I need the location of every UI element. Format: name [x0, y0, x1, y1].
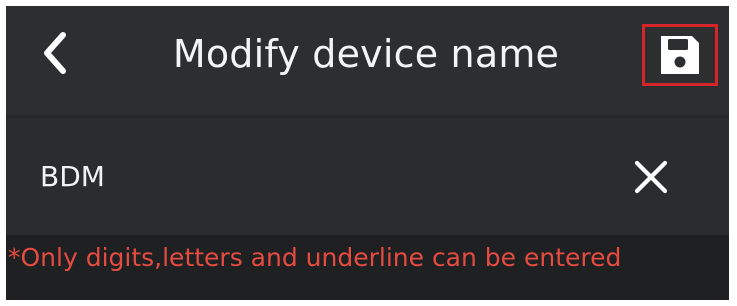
device-name-field-row: BDM [6, 116, 729, 235]
device-name-screen: Modify device name BDM *Only digits,lett… [6, 6, 729, 300]
top-bar: Modify device name [6, 6, 729, 114]
input-hint-text: *Only digits,letters and underline can b… [8, 243, 622, 272]
chevron-left-icon [44, 32, 66, 74]
save-button[interactable] [642, 24, 718, 86]
close-icon [634, 160, 668, 194]
input-hint-row: *Only digits,letters and underline can b… [6, 235, 729, 300]
back-button[interactable] [34, 28, 76, 78]
clear-button[interactable] [630, 156, 672, 198]
save-icon [661, 36, 699, 74]
page-title: Modify device name [172, 32, 560, 76]
device-name-input[interactable]: BDM [40, 159, 105, 195]
